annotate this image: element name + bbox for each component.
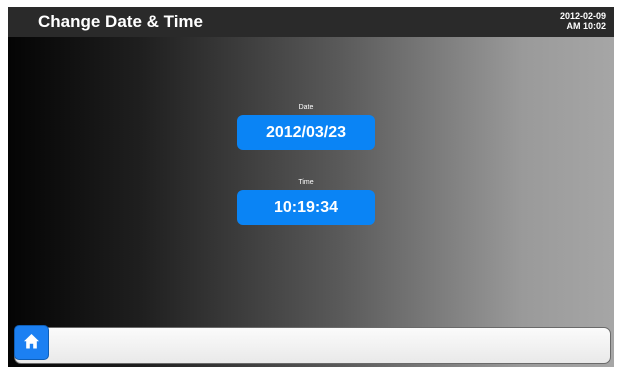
app-screen: Change Date & Time 2012-02-09 AM 10:02 D…	[8, 7, 614, 367]
time-label: Time	[298, 179, 314, 186]
home-button[interactable]	[15, 326, 48, 359]
page-title: Change Date & Time	[38, 12, 204, 31]
clock-date: 2012-02-09	[559, 11, 606, 21]
home-icon	[24, 334, 39, 349]
status-clock: 2012-02-09 AM 10:02	[560, 11, 606, 31]
header-bar: Change Date & Time 2012-02-09 AM 10:02	[8, 7, 614, 37]
date-button[interactable]: 2012/03/23	[237, 115, 375, 150]
date-label: Date	[298, 104, 314, 111]
time-button[interactable]: 10:19:34	[237, 190, 375, 225]
footer-bar	[14, 327, 611, 364]
clock-time: AM 10:02	[566, 21, 606, 31]
